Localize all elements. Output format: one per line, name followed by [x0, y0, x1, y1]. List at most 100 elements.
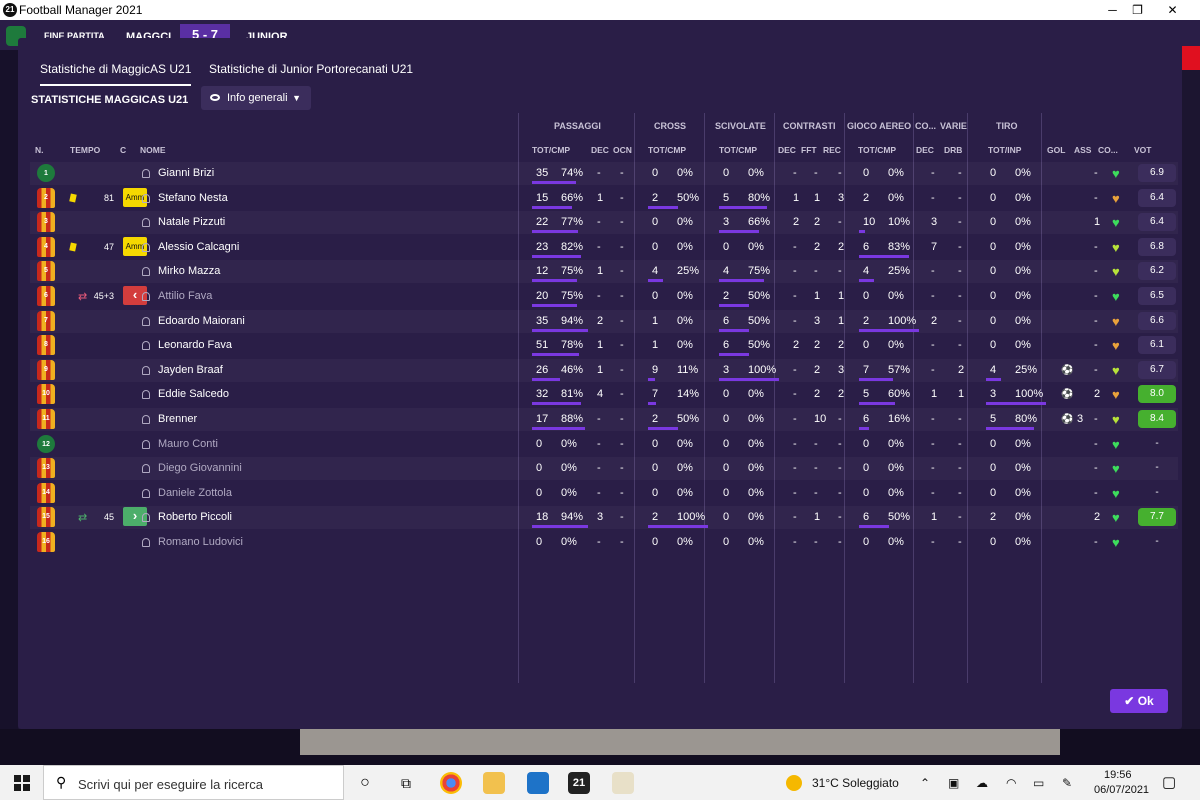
- col-pass[interactable]: TOT/CMP: [532, 145, 570, 155]
- onedrive-icon[interactable]: ☁: [976, 776, 988, 790]
- tab-maggicas[interactable]: Statistiche di MaggicAS U21: [40, 62, 192, 86]
- col-tempo[interactable]: TEMPO: [70, 145, 100, 155]
- player-name[interactable]: Mauro Conti: [158, 438, 218, 450]
- weather-text[interactable]: 31°C Soleggiato: [812, 776, 899, 790]
- col-tiro[interactable]: TOT/INP: [988, 145, 1021, 155]
- player-name[interactable]: Romano Ludovici: [158, 536, 243, 548]
- tab-junior[interactable]: Statistiche di Junior Portorecanati U21: [209, 62, 413, 84]
- player-name[interactable]: Mirko Mazza: [158, 265, 220, 277]
- player-name[interactable]: Natale Pizzuti: [158, 216, 225, 228]
- col-nome[interactable]: NOME: [140, 145, 166, 155]
- paint-icon[interactable]: [612, 772, 634, 794]
- ok-button[interactable]: ✔ Ok: [1110, 689, 1168, 713]
- table-row[interactable]: 10 Eddie Salcedo 32 81% 4 - 7 14% 0 0% - 2 2 5 60% 1 1 3 1…: [30, 383, 1178, 406]
- col-cross[interactable]: TOT/CMP: [648, 145, 686, 155]
- football-manager-taskbar-icon[interactable]: 21: [568, 772, 590, 794]
- col-pass-ocn[interactable]: OCN: [613, 145, 632, 155]
- notifications-icon[interactable]: ▢: [1162, 773, 1176, 791]
- player-name[interactable]: Eddie Salcedo: [158, 388, 229, 400]
- player-name[interactable]: Alessio Calcagni: [158, 241, 239, 253]
- tray-chevron-icon[interactable]: ⌃: [920, 776, 930, 790]
- mail-icon[interactable]: [527, 772, 549, 794]
- wifi-icon[interactable]: ◠: [1006, 776, 1016, 790]
- col-drb[interactable]: DRB: [944, 145, 962, 155]
- player-name[interactable]: Stefano Nesta: [158, 192, 228, 204]
- stat-air-pct: 0%: [888, 486, 904, 499]
- table-row[interactable]: 2 81 Amm Stefano Nesta 15 66% 1-2 50% 5 80% 1 1 3 2 0%…: [30, 187, 1178, 210]
- col-c[interactable]: C: [120, 145, 126, 155]
- table-row[interactable]: 11 Brenner 17 88% - -2 50% 0 0% -10-6 16% - -5 80% ⚽ 3-…: [30, 408, 1178, 431]
- windows-start-icon[interactable]: [14, 775, 30, 791]
- col-ass[interactable]: ASS: [1074, 145, 1091, 155]
- table-row[interactable]: 14 Daniele Zottola 0 0% - - 0 0% 0 0% - - - 0 0% - - 0 0% -…: [30, 482, 1178, 505]
- table-row[interactable]: 8 Leonardo Fava 51 78% 1 - 1 0% 6 50% 2 2 2 0 0% - - 0 0% -…: [30, 334, 1178, 357]
- shirt-icon: 16: [37, 532, 55, 552]
- player-name[interactable]: Leonardo Fava: [158, 339, 232, 351]
- table-row[interactable]: 5 Mirko Mazza 12 75% 1 - 4 25% 4 75% - - - 4 25% - - 0 0% -…: [30, 260, 1178, 283]
- table-row[interactable]: 12 Mauro Conti 0 0% - - 0 0% 0 0% - - - 0 0% - - 0 0% - ♥ -: [30, 433, 1178, 456]
- stat-cross-pct: 0%: [677, 536, 693, 548]
- stat-con-rec: -: [838, 216, 842, 229]
- close-icon[interactable]: ✕: [1150, 0, 1195, 20]
- person-icon: [142, 218, 150, 228]
- player-name[interactable]: Diego Giovannini: [158, 462, 242, 474]
- table-row[interactable]: 16 Romano Ludovici 0 0% - - 0 0% 0 0% - - - 0 0% - - 0 0% -…: [30, 531, 1178, 554]
- stat-cross: 0: [652, 290, 659, 302]
- stat-tiro-pct: 80%: [1015, 413, 1038, 425]
- table-row[interactable]: 4 47 Amm Alessio Calcagni 23 82% - -0 0% 0 0% -2 2 6 8…: [30, 236, 1178, 259]
- rating-badge: 6.4: [1138, 188, 1176, 207]
- col-n[interactable]: N.: [35, 145, 44, 155]
- player-name[interactable]: Gianni Brizi: [158, 167, 214, 179]
- col-pass-dec[interactable]: DEC: [591, 145, 609, 155]
- clock-time[interactable]: 19:56: [1104, 769, 1132, 781]
- taskbar-search[interactable]: ⚲ Scrivi qui per eseguire la ricerca: [43, 765, 344, 800]
- col-air[interactable]: TOT/CMP: [858, 145, 896, 155]
- stat-co-dec: 1: [931, 511, 938, 524]
- col-co-dec[interactable]: DEC: [916, 145, 934, 155]
- meet-icon[interactable]: ▣: [948, 776, 959, 790]
- table-row[interactable]: 7 Edoardo Maiorani 35 94% 2 - 1 0% 6 50% - 3 1 2 100% 2…: [30, 310, 1178, 333]
- stat-con-fft: -: [814, 462, 818, 475]
- file-explorer-icon[interactable]: [483, 772, 505, 794]
- player-name[interactable]: Daniele Zottola: [158, 487, 232, 499]
- table-row[interactable]: 9 Jayden Braaf 26 46% 1 - 9 11% 3 100% - 2 3 7 57% - 2 4 2…: [30, 359, 1178, 382]
- player-name[interactable]: Roberto Piccoli: [158, 511, 232, 523]
- pen-icon[interactable]: ✎: [1062, 776, 1072, 790]
- stat-air: 4: [863, 265, 870, 278]
- stat-tiro-pct: 0%: [1015, 536, 1031, 548]
- table-row[interactable]: 6 ⇄ 45+3 ‹ Attilio Fava 20 75% - -0 0% 2 50% -1 1 0 0% -…: [30, 285, 1178, 308]
- stat-cross: 1: [652, 339, 659, 352]
- stat-air: 2: [863, 191, 870, 204]
- battery-icon[interactable]: ▭: [1033, 776, 1044, 790]
- stat-con-rec: 3: [838, 363, 845, 376]
- chrome-icon[interactable]: [440, 772, 462, 794]
- col-con-fft[interactable]: FFT: [801, 145, 817, 155]
- player-name[interactable]: Attilio Fava: [158, 290, 212, 302]
- table-row[interactable]: 1 Gianni Brizi 35 74% - - 0 0% 0 0% - - - 0 0% - - 0 0% - ♥ 6…: [30, 162, 1178, 185]
- col-vot[interactable]: VOT: [1134, 145, 1151, 155]
- stat-sciv-pct: 80%: [748, 191, 771, 204]
- table-row[interactable]: 15 ⇄ 45 › Roberto Piccoli 18 94% 3-2 100% 0 0% -1-6…: [30, 506, 1178, 529]
- condition-heart-icon: ♥: [1112, 264, 1120, 280]
- stat-cross-pct: 25%: [677, 265, 700, 278]
- table-row[interactable]: 13 Diego Giovannini 0 0% - - 0 0% 0 0% - - - 0 0% - - 0 0%…: [30, 457, 1178, 480]
- clock-date[interactable]: 06/07/2021: [1094, 784, 1149, 796]
- condition-heart-icon: ♥: [1112, 166, 1120, 181]
- col-con-rec[interactable]: REC: [823, 145, 841, 155]
- stat-pass-dec: -: [597, 167, 601, 179]
- cortana-icon[interactable]: ○: [354, 772, 376, 794]
- table-row[interactable]: 3 Natale Pizzuti 22 77% - -0 0% 3 66% 2 2-10 10% 3-0…: [30, 211, 1178, 234]
- player-name[interactable]: Jayden Braaf: [158, 364, 223, 376]
- col-cond[interactable]: CO...: [1098, 145, 1118, 155]
- view-select[interactable]: Info generali ▼: [201, 86, 311, 110]
- stat-con-dec: -: [793, 314, 797, 327]
- stat-pass: 18: [536, 511, 549, 524]
- stat-ass: -: [1094, 240, 1098, 253]
- player-name[interactable]: Brenner: [158, 413, 197, 425]
- col-con-dec[interactable]: DEC: [778, 145, 796, 155]
- col-sciv[interactable]: TOT/CMP: [719, 145, 757, 155]
- col-gol[interactable]: GOL: [1047, 145, 1065, 155]
- stat-air-pct: 0%: [888, 191, 904, 204]
- player-name[interactable]: Edoardo Maiorani: [158, 315, 245, 327]
- task-view-icon[interactable]: ⧉: [395, 772, 417, 794]
